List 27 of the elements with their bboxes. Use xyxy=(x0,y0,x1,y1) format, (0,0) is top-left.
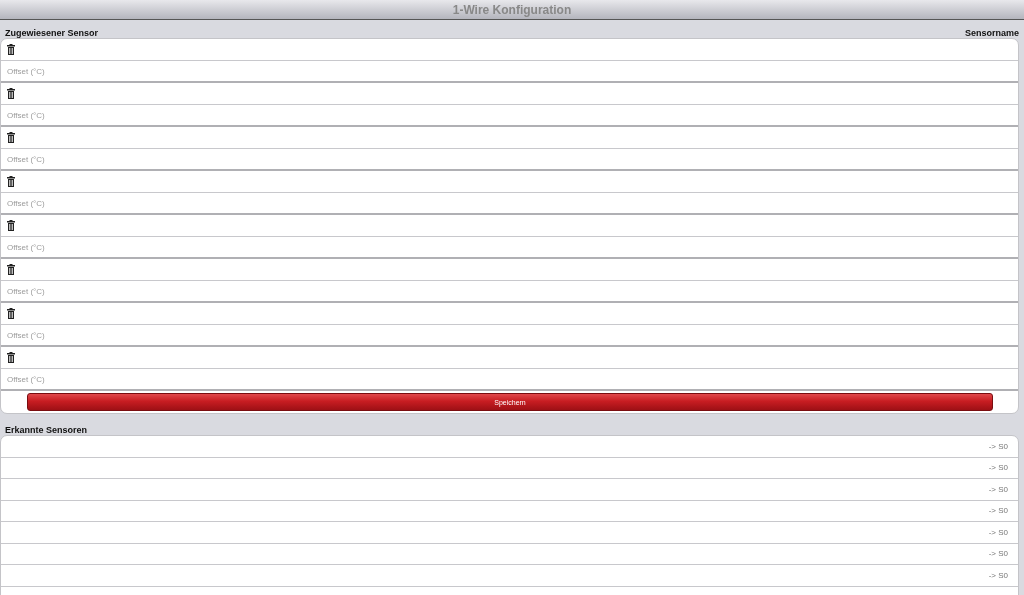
offset-field[interactable]: Offset (°C) xyxy=(7,242,1012,252)
trash-icon[interactable] xyxy=(7,88,15,99)
trash-icon[interactable] xyxy=(7,308,15,319)
sensor-assignment[interactable]: -> S0 xyxy=(988,506,1008,516)
offset-field[interactable]: Offset (°C) xyxy=(7,286,1012,296)
offset-field[interactable]: Offset (°C) xyxy=(7,110,1012,120)
sensor-assignment[interactable]: -> S0 xyxy=(988,484,1008,494)
page-title: 1-Wire Konfiguration xyxy=(452,2,572,17)
trash-icon[interactable] xyxy=(7,220,15,231)
trash-icon[interactable] xyxy=(7,352,15,363)
offset-field[interactable]: Offset (°C) xyxy=(7,154,1012,164)
offset-field[interactable]: Offset (°C) xyxy=(7,66,1012,76)
trash-icon[interactable] xyxy=(7,264,15,275)
sensor-assignment[interactable]: -> S0 xyxy=(988,527,1008,537)
offset-field[interactable]: Offset (°C) xyxy=(7,330,1012,340)
sensor-assignment[interactable]: -> S0 xyxy=(988,570,1008,580)
section-label: Zugewiesener Sensor xyxy=(5,28,99,38)
trash-icon[interactable] xyxy=(7,44,15,55)
section-label: Erkannte Sensoren xyxy=(5,425,88,435)
offset-field[interactable]: Offset (°C) xyxy=(7,374,1012,384)
trash-icon[interactable] xyxy=(7,176,15,187)
trash-icon[interactable] xyxy=(7,132,15,143)
sensor-assignment[interactable]: -> S0 xyxy=(988,463,1008,473)
offset-field[interactable]: Offset (°C) xyxy=(7,198,1012,208)
column-label: Sensorname xyxy=(964,28,1019,38)
sensor-assignment[interactable]: -> S0 xyxy=(988,441,1008,451)
sensor-assignment[interactable]: -> S0 xyxy=(988,549,1008,559)
